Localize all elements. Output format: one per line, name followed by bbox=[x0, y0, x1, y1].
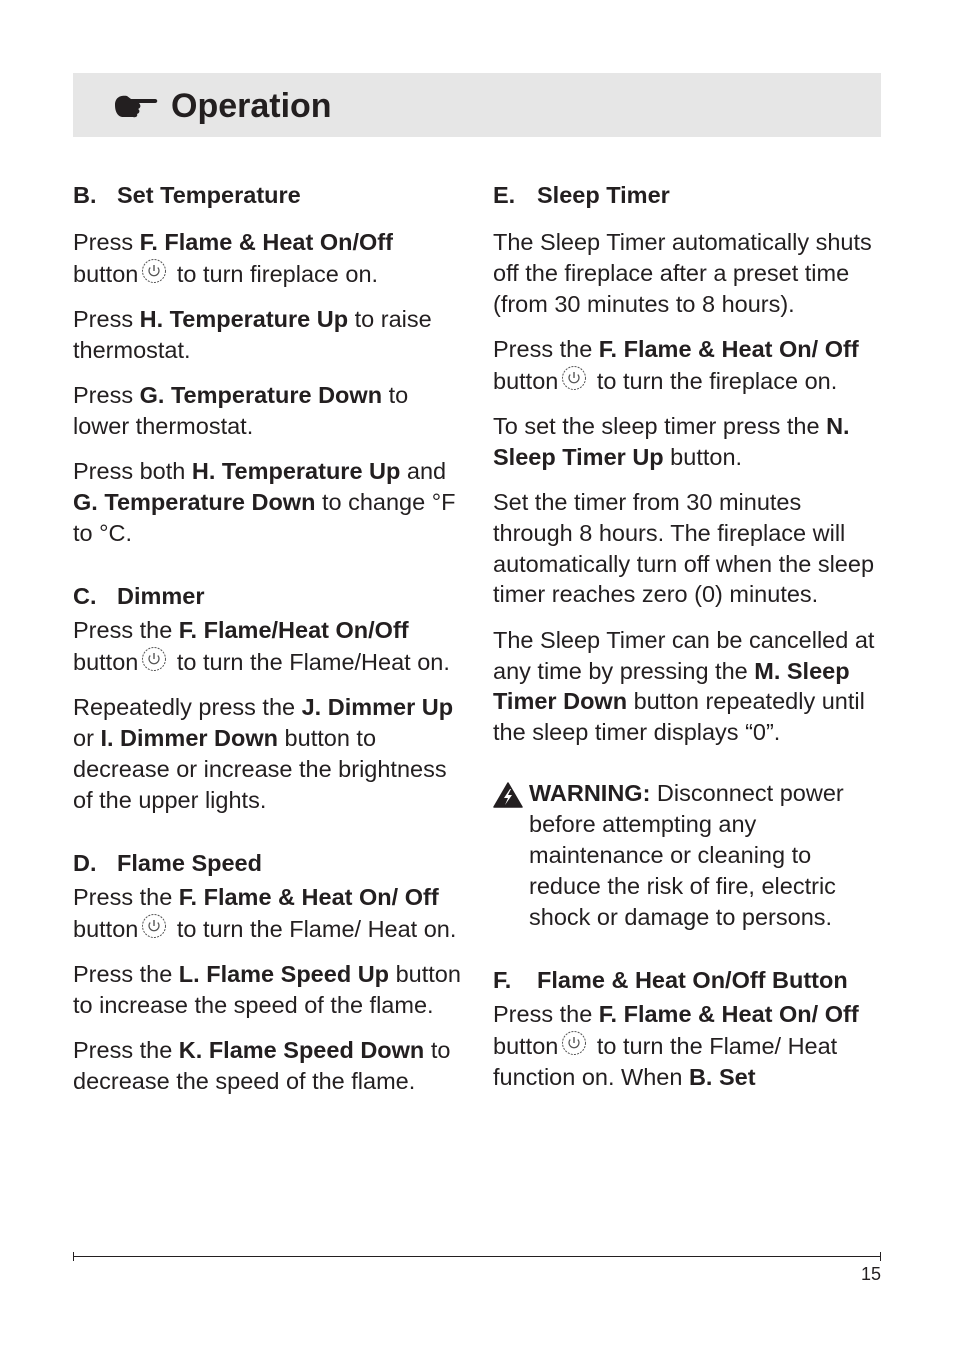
paragraph: Repeatedly press the J. Dimmer Up or I. … bbox=[73, 694, 454, 813]
power-icon bbox=[561, 1030, 587, 1056]
footer-rule-tick bbox=[880, 1252, 881, 1261]
paragraph: Press both H. Temperature Up and G. Temp… bbox=[73, 458, 456, 546]
paragraph: Press F. Flame & Heat On/Off button to t… bbox=[73, 229, 393, 287]
paragraph: Press the L. Flame Speed Up button to in… bbox=[73, 961, 461, 1018]
section-heading-sleep-timer: E. Sleep Timer bbox=[493, 182, 670, 208]
paragraph: Press G. Temperature Down to lower therm… bbox=[73, 382, 409, 439]
power-icon bbox=[141, 646, 167, 672]
paragraph: Press the K. Flame Speed Down to decreas… bbox=[73, 1037, 451, 1094]
section-header: Operation bbox=[73, 73, 881, 137]
power-icon bbox=[561, 365, 587, 391]
paragraph: Press the F. Flame & Heat On/ Off button… bbox=[73, 883, 457, 942]
footer-rule-tick bbox=[73, 1252, 74, 1261]
section-heading-dimmer: C. Dimmer bbox=[73, 583, 205, 610]
paragraph: Press H. Temperature Up to raise thermos… bbox=[73, 306, 432, 363]
section-heading-flame-speed: D. Flame Speed bbox=[73, 849, 262, 876]
warning-shock-icon bbox=[493, 782, 523, 809]
pointing-hand-icon bbox=[115, 95, 158, 118]
section-heading-flame-heat-button: F. Flame & Heat On/Off Button bbox=[493, 966, 848, 993]
page-number: 15 bbox=[860, 1264, 881, 1284]
page-title: Operation bbox=[171, 87, 332, 125]
warning-notice: WARNING: Disconnect power before attempt… bbox=[493, 778, 885, 932]
paragraph: The Sleep Timer automatically shuts off … bbox=[493, 229, 872, 317]
paragraph: Press the F. Flame & Heat On/ Off button… bbox=[493, 335, 859, 394]
paragraph: Press the F. Flame & Heat On/ Off button… bbox=[493, 1000, 859, 1090]
left-column: B. Set Temperature Press F. Flame & Heat … bbox=[73, 178, 465, 1111]
section-heading-set-temperature: B. Set Temperature bbox=[73, 182, 301, 208]
power-icon bbox=[141, 913, 167, 939]
footer-rule bbox=[73, 1256, 881, 1257]
paragraph: Press the F. Flame/Heat On/Off button to… bbox=[73, 617, 450, 675]
right-column: E. Sleep Timer The Sleep Timer automatica… bbox=[493, 178, 885, 1107]
paragraph: Set the timer from 30 minutes through 8 … bbox=[493, 489, 875, 608]
paragraph: The Sleep Timer can be cancelled at any … bbox=[493, 626, 875, 746]
power-icon bbox=[141, 258, 167, 284]
paragraph: To set the sleep timer press the N. Slee… bbox=[493, 412, 850, 470]
